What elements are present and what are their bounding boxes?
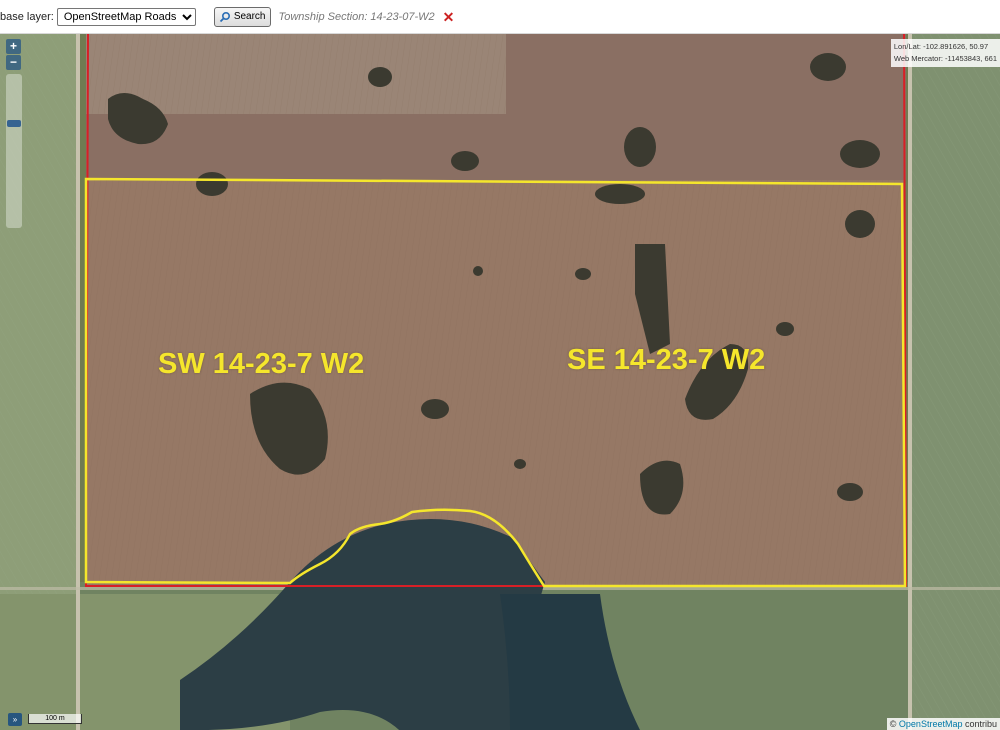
map-view[interactable]: SW 14-23-7 W2 SE 14-23-7 W2 + − Lon/Lat:… (0, 34, 1000, 730)
minus-icon: − (9, 55, 17, 69)
se-quarter-label: SE 14-23-7 W2 (567, 344, 766, 376)
mercator-readout: Web Mercator: -11453843, 661 (893, 54, 997, 63)
copyright-symbol: © (889, 719, 897, 729)
zoom-slider[interactable] (6, 74, 22, 228)
aerial-imagery (0, 34, 1000, 730)
attribution-suffix: contribu (962, 719, 997, 729)
osm-link[interactable]: OpenStreetMap (899, 719, 963, 729)
clear-icon[interactable]: ✕ (443, 10, 455, 24)
road-west (76, 34, 80, 730)
zoom-in-button[interactable]: + (6, 39, 21, 54)
scale-label: 100 m (45, 715, 65, 722)
zoom-slider-handle[interactable] (7, 120, 21, 127)
search-icon (219, 11, 230, 22)
township-section-text: Township Section: 14-23-07-W2 (278, 10, 435, 23)
coordinates-readout: Lon/Lat: -102.891626, 50.97 Web Mercator… (890, 39, 1000, 67)
map-toolbar: base layer: OpenStreetMap Roads Search T… (0, 0, 1000, 34)
road-east (908, 34, 912, 730)
zoom-out-button[interactable]: − (6, 55, 21, 70)
search-button[interactable]: Search (213, 6, 271, 27)
scale-bar: 100 m (28, 714, 82, 724)
expand-layers-button[interactable]: » (8, 713, 22, 726)
lonlat-readout: Lon/Lat: -102.891626, 50.97 (893, 42, 989, 51)
map-attribution: © OpenStreetMap contribu (886, 718, 1000, 730)
base-layer-label: base layer: (0, 10, 54, 23)
field-right-stripes (912, 34, 1000, 730)
sw-quarter-label: SW 14-23-7 W2 (158, 348, 365, 380)
double-chevron-icon: » (12, 715, 18, 724)
search-button-label: Search (233, 11, 266, 22)
parcel-field-stripes (86, 180, 904, 586)
base-layer-select[interactable]: OpenStreetMap Roads (56, 7, 196, 26)
plus-icon: + (9, 39, 17, 53)
